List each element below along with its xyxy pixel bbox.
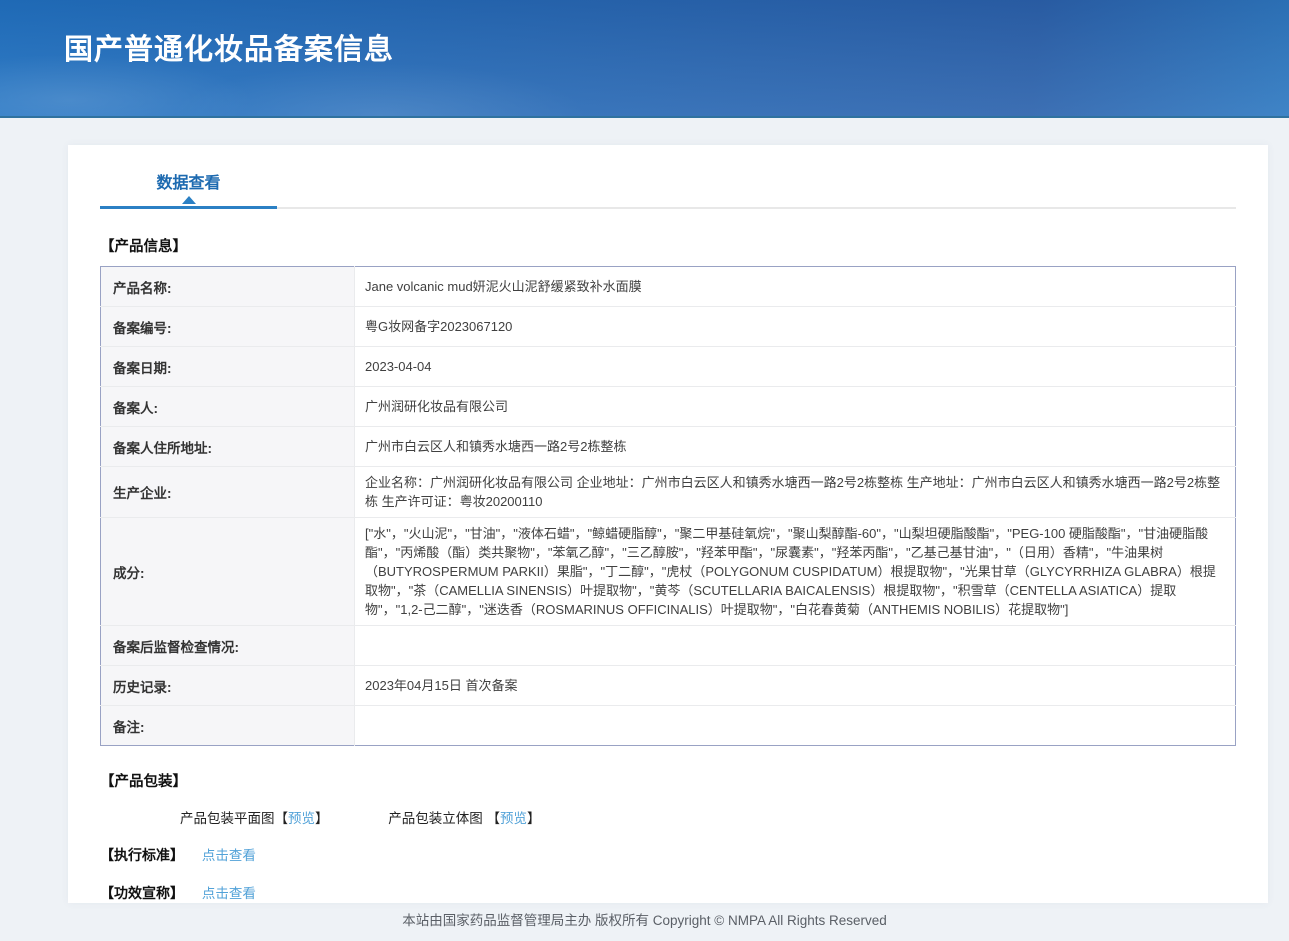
- section-efficacy-title: 【功效宣称】: [100, 885, 184, 901]
- row-value: 企业名称：广州润研化妆品有限公司 企业地址：广州市白云区人和镇秀水塘西一路2号2…: [355, 467, 1236, 518]
- page-header: 国产普通化妆品备案信息: [0, 0, 1289, 118]
- packaging-stereo-preview-link[interactable]: 预览: [500, 811, 527, 826]
- packaging-previews-row: 产品包装平面图【预览】 产品包装立体图 【预览】: [180, 807, 1236, 827]
- table-row-registrant-address: 备案人住所地址: 广州市白云区人和镇秀水塘西一路2号2栋整栋: [101, 427, 1236, 467]
- row-label: 历史记录:: [101, 666, 355, 706]
- row-label: 备案人住所地址:: [101, 427, 355, 467]
- table-row-supervision: 备案后监督检查情况:: [101, 626, 1236, 666]
- row-label: 生产企业:: [101, 467, 355, 518]
- standard-view-link[interactable]: 点击查看: [202, 848, 256, 863]
- table-row-remarks: 备注:: [101, 706, 1236, 746]
- row-value: Jane volcanic mud妍泥火山泥舒缓紧致补水面膜: [355, 267, 1236, 307]
- packaging-stereo-item: 产品包装立体图 【预览】: [388, 807, 540, 827]
- packaging-flat-item: 产品包装平面图【预览】: [180, 807, 329, 827]
- row-label: 备案编号:: [101, 307, 355, 347]
- efficacy-view-link[interactable]: 点击查看: [202, 886, 256, 901]
- row-label: 备注:: [101, 706, 355, 746]
- tab-data-view-label: 数据查看: [156, 175, 220, 192]
- page-title: 国产普通化妆品备案信息: [0, 0, 1289, 68]
- tab-bar: 数据查看: [100, 145, 1236, 209]
- row-label: 产品名称:: [101, 267, 355, 307]
- product-info-table: 产品名称: Jane volcanic mud妍泥火山泥舒缓紧致补水面膜 备案编…: [100, 266, 1236, 746]
- row-label: 备案人:: [101, 387, 355, 427]
- section-standard-title: 【执行标准】: [100, 847, 184, 863]
- bracket-close: 】: [527, 811, 541, 826]
- bracket-open: 【: [275, 811, 289, 826]
- bracket-open: 【: [487, 811, 501, 826]
- table-row-registrant: 备案人: 广州润研化妆品有限公司: [101, 387, 1236, 427]
- footer-copyright-text: 本站由国家药品监督管理局主办 版权所有 Copyright © NMPA All…: [402, 913, 887, 928]
- tab-active-arrow-icon: [182, 196, 196, 204]
- row-value: 广州市白云区人和镇秀水塘西一路2号2栋整栋: [355, 427, 1236, 467]
- row-value: [355, 626, 1236, 666]
- table-row-history: 历史记录: 2023年04月15日 首次备案: [101, 666, 1236, 706]
- table-row-ingredients: 成分: ["水"，"火山泥"，"甘油"，"液体石蜡"，"鲸蜡硬脂醇"，"聚二甲基…: [101, 518, 1236, 626]
- packaging-flat-label: 产品包装平面图: [180, 811, 275, 826]
- row-value: ["水"，"火山泥"，"甘油"，"液体石蜡"，"鲸蜡硬脂醇"，"聚二甲基硅氧烷"…: [355, 518, 1236, 626]
- row-label: 备案日期:: [101, 347, 355, 387]
- tab-data-view[interactable]: 数据查看: [100, 169, 277, 209]
- row-value: 粤G妆网备字2023067120: [355, 307, 1236, 347]
- row-label: 成分:: [101, 518, 355, 626]
- row-value: 2023-04-04: [355, 347, 1236, 387]
- bracket-close: 】: [315, 811, 329, 826]
- content-card: 数据查看 【产品信息】 产品名称: Jane volcanic mud妍泥火山泥…: [68, 145, 1268, 903]
- table-row-registration-date: 备案日期: 2023-04-04: [101, 347, 1236, 387]
- section-product-info-title: 【产品信息】: [100, 235, 1236, 256]
- table-row-registration-number: 备案编号: 粤G妆网备字2023067120: [101, 307, 1236, 347]
- packaging-flat-preview-link[interactable]: 预览: [288, 811, 315, 826]
- packaging-stereo-label: 产品包装立体图: [388, 811, 483, 826]
- row-value: 广州润研化妆品有限公司: [355, 387, 1236, 427]
- row-value: 2023年04月15日 首次备案: [355, 666, 1236, 706]
- page: 国产普通化妆品备案信息 数据查看 【产品信息】 产品名称: Jane volca…: [0, 0, 1289, 941]
- efficacy-row: 【功效宣称】 点击查看: [100, 882, 1236, 903]
- standard-row: 【执行标准】 点击查看: [100, 844, 1236, 865]
- section-packaging-title: 【产品包装】: [100, 770, 1236, 791]
- page-footer: 本站由国家药品监督管理局主办 版权所有 Copyright © NMPA All…: [0, 909, 1289, 929]
- table-row-product-name: 产品名称: Jane volcanic mud妍泥火山泥舒缓紧致补水面膜: [101, 267, 1236, 307]
- row-label: 备案后监督检查情况:: [101, 626, 355, 666]
- table-row-manufacturer: 生产企业: 企业名称：广州润研化妆品有限公司 企业地址：广州市白云区人和镇秀水塘…: [101, 467, 1236, 518]
- row-value: [355, 706, 1236, 746]
